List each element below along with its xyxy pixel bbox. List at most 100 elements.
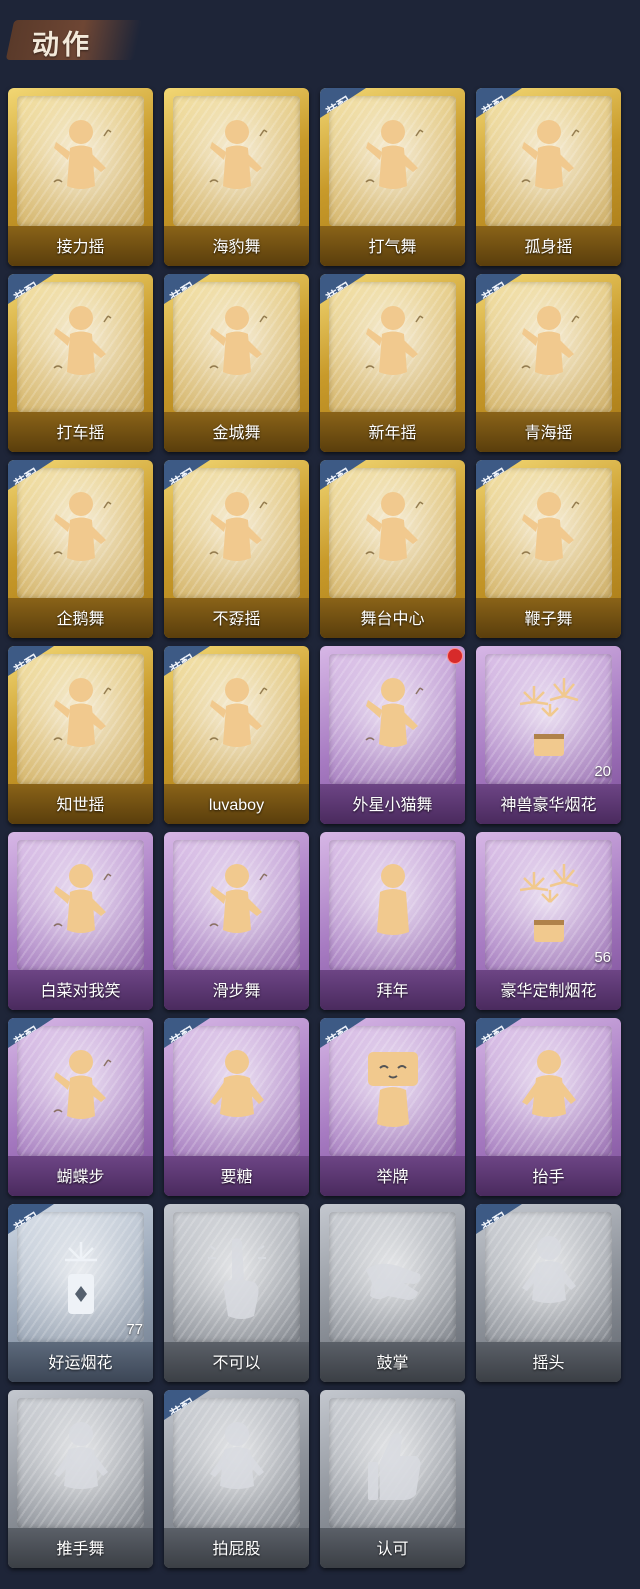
action-name: 拍屁股 <box>212 1541 261 1558</box>
action-card[interactable]: 海豹舞 <box>164 88 309 266</box>
fireworks-icon <box>514 858 584 958</box>
dancing-figure-icon <box>514 300 584 400</box>
action-card[interactable]: 鼓掌 <box>320 1204 465 1382</box>
action-name: 外星小猫舞 <box>352 797 433 814</box>
action-card[interactable]: 豪华定制烟花 56 <box>476 832 621 1010</box>
action-name: 认可 <box>376 1541 409 1558</box>
dancing-figure-icon <box>46 114 116 214</box>
action-card[interactable]: 滑步舞 <box>164 832 309 1010</box>
action-name: 豪华定制烟花 <box>500 983 597 1000</box>
action-name: 摇头 <box>532 1355 565 1372</box>
action-card[interactable]: 新年摇装配 <box>320 274 465 452</box>
action-card[interactable]: 不孬摇装配 <box>164 460 309 638</box>
action-card[interactable]: 打气舞装配 <box>320 88 465 266</box>
action-card[interactable]: 摇头装配 <box>476 1204 621 1382</box>
item-count: 20 <box>594 763 611 780</box>
action-name: 鼓掌 <box>376 1355 409 1372</box>
firework-can-icon <box>46 1230 116 1330</box>
action-card[interactable]: 抬手装配 <box>476 1018 621 1196</box>
action-name: 蝴蝶步 <box>56 1169 105 1186</box>
section-header: 动作 <box>5 14 143 66</box>
dancing-figure-icon <box>46 1044 116 1144</box>
action-card[interactable]: 孤身摇装配 <box>476 88 621 266</box>
action-name: 知世摇 <box>56 797 105 814</box>
action-card[interactable]: 白菜对我笑 <box>8 832 153 1010</box>
action-name: 企鹅舞 <box>56 611 105 628</box>
dancing-figure-icon <box>358 486 428 586</box>
dancing-figure-icon <box>202 300 272 400</box>
action-name: 神兽豪华烟花 <box>500 797 597 814</box>
action-card[interactable]: 青海摇装配 <box>476 274 621 452</box>
figure-icon <box>514 1230 584 1330</box>
action-name: 举牌 <box>376 1169 409 1186</box>
action-name: 鞭子舞 <box>524 611 573 628</box>
action-name: 接力摇 <box>56 239 105 256</box>
action-card[interactable]: 外星小猫舞 <box>320 646 465 824</box>
finger-icon <box>202 1230 272 1330</box>
action-name: 青海摇 <box>524 425 573 442</box>
action-card[interactable]: 舞台中心装配 <box>320 460 465 638</box>
action-card[interactable]: 企鹅舞装配 <box>8 460 153 638</box>
action-card[interactable]: 推手舞 <box>8 1390 153 1568</box>
action-name: 打气舞 <box>368 239 417 256</box>
dancing-figure-icon <box>514 486 584 586</box>
action-name: 要糖 <box>220 1169 253 1186</box>
dancing-figure-icon <box>46 858 116 958</box>
dancing-figure-icon <box>202 114 272 214</box>
clapping-hands-icon <box>358 1230 428 1330</box>
action-card[interactable]: 认可 <box>320 1390 465 1568</box>
dancing-figure-icon <box>46 486 116 586</box>
action-name: 孤身摇 <box>524 239 573 256</box>
action-card[interactable]: 蝴蝶步装配 <box>8 1018 153 1196</box>
action-name: 不可以 <box>212 1355 261 1372</box>
action-name: 拜年 <box>376 983 409 1000</box>
section-title: 动作 <box>32 30 92 60</box>
action-card[interactable]: luvaboy装配 <box>164 646 309 824</box>
greeting-figure-icon <box>358 858 428 958</box>
new-indicator-dot <box>447 648 463 664</box>
action-card[interactable]: 拍屁股装配 <box>164 1390 309 1568</box>
action-card[interactable]: 金城舞装配 <box>164 274 309 452</box>
dancing-figure-icon <box>358 114 428 214</box>
action-grid: 接力摇 海豹舞 打气舞装配孤身摇装配打车摇装配金城舞装配新年摇装配青海摇装配企鹅舞装… <box>8 88 632 1568</box>
action-card[interactable]: 知世摇装配 <box>8 646 153 824</box>
action-name: 不孬摇 <box>212 611 261 628</box>
item-count: 77 <box>126 1321 143 1338</box>
action-card[interactable]: 好运烟花装配77 <box>8 1204 153 1382</box>
thumbs-up-icon <box>358 1416 428 1516</box>
action-name: 金城舞 <box>212 425 261 442</box>
figure-icon <box>514 1044 584 1144</box>
action-name: 打车摇 <box>56 425 105 442</box>
action-card[interactable]: 接力摇 <box>8 88 153 266</box>
action-name: 舞台中心 <box>360 611 425 628</box>
action-card[interactable]: 鞭子舞装配 <box>476 460 621 638</box>
dancing-figure-icon <box>202 858 272 958</box>
dancing-figure-icon <box>358 672 428 772</box>
fireworks-icon <box>514 672 584 772</box>
action-card[interactable]: 要糖装配 <box>164 1018 309 1196</box>
figure-icon <box>202 1044 272 1144</box>
action-card[interactable]: 神兽豪华烟花 20 <box>476 646 621 824</box>
action-name: 滑步舞 <box>212 983 261 1000</box>
action-name: 推手舞 <box>56 1541 105 1558</box>
figure-icon <box>202 1416 272 1516</box>
action-card[interactable]: 举牌装配 <box>320 1018 465 1196</box>
action-name: 好运烟花 <box>48 1355 113 1372</box>
figure-icon <box>46 1416 116 1516</box>
action-name: 抬手 <box>532 1169 565 1186</box>
sign-figure-icon <box>358 1044 428 1144</box>
item-count: 56 <box>594 949 611 966</box>
action-name: 新年摇 <box>368 425 417 442</box>
action-name: luvaboy <box>208 797 265 814</box>
action-name: 白菜对我笑 <box>40 983 121 1000</box>
dancing-figure-icon <box>202 486 272 586</box>
dancing-figure-icon <box>358 300 428 400</box>
dancing-figure-icon <box>202 672 272 772</box>
dancing-figure-icon <box>46 672 116 772</box>
action-card[interactable]: 不可以 <box>164 1204 309 1382</box>
dancing-figure-icon <box>46 300 116 400</box>
action-card[interactable]: 拜年 <box>320 832 465 1010</box>
action-name: 海豹舞 <box>212 239 261 256</box>
dancing-figure-icon <box>514 114 584 214</box>
action-card[interactable]: 打车摇装配 <box>8 274 153 452</box>
